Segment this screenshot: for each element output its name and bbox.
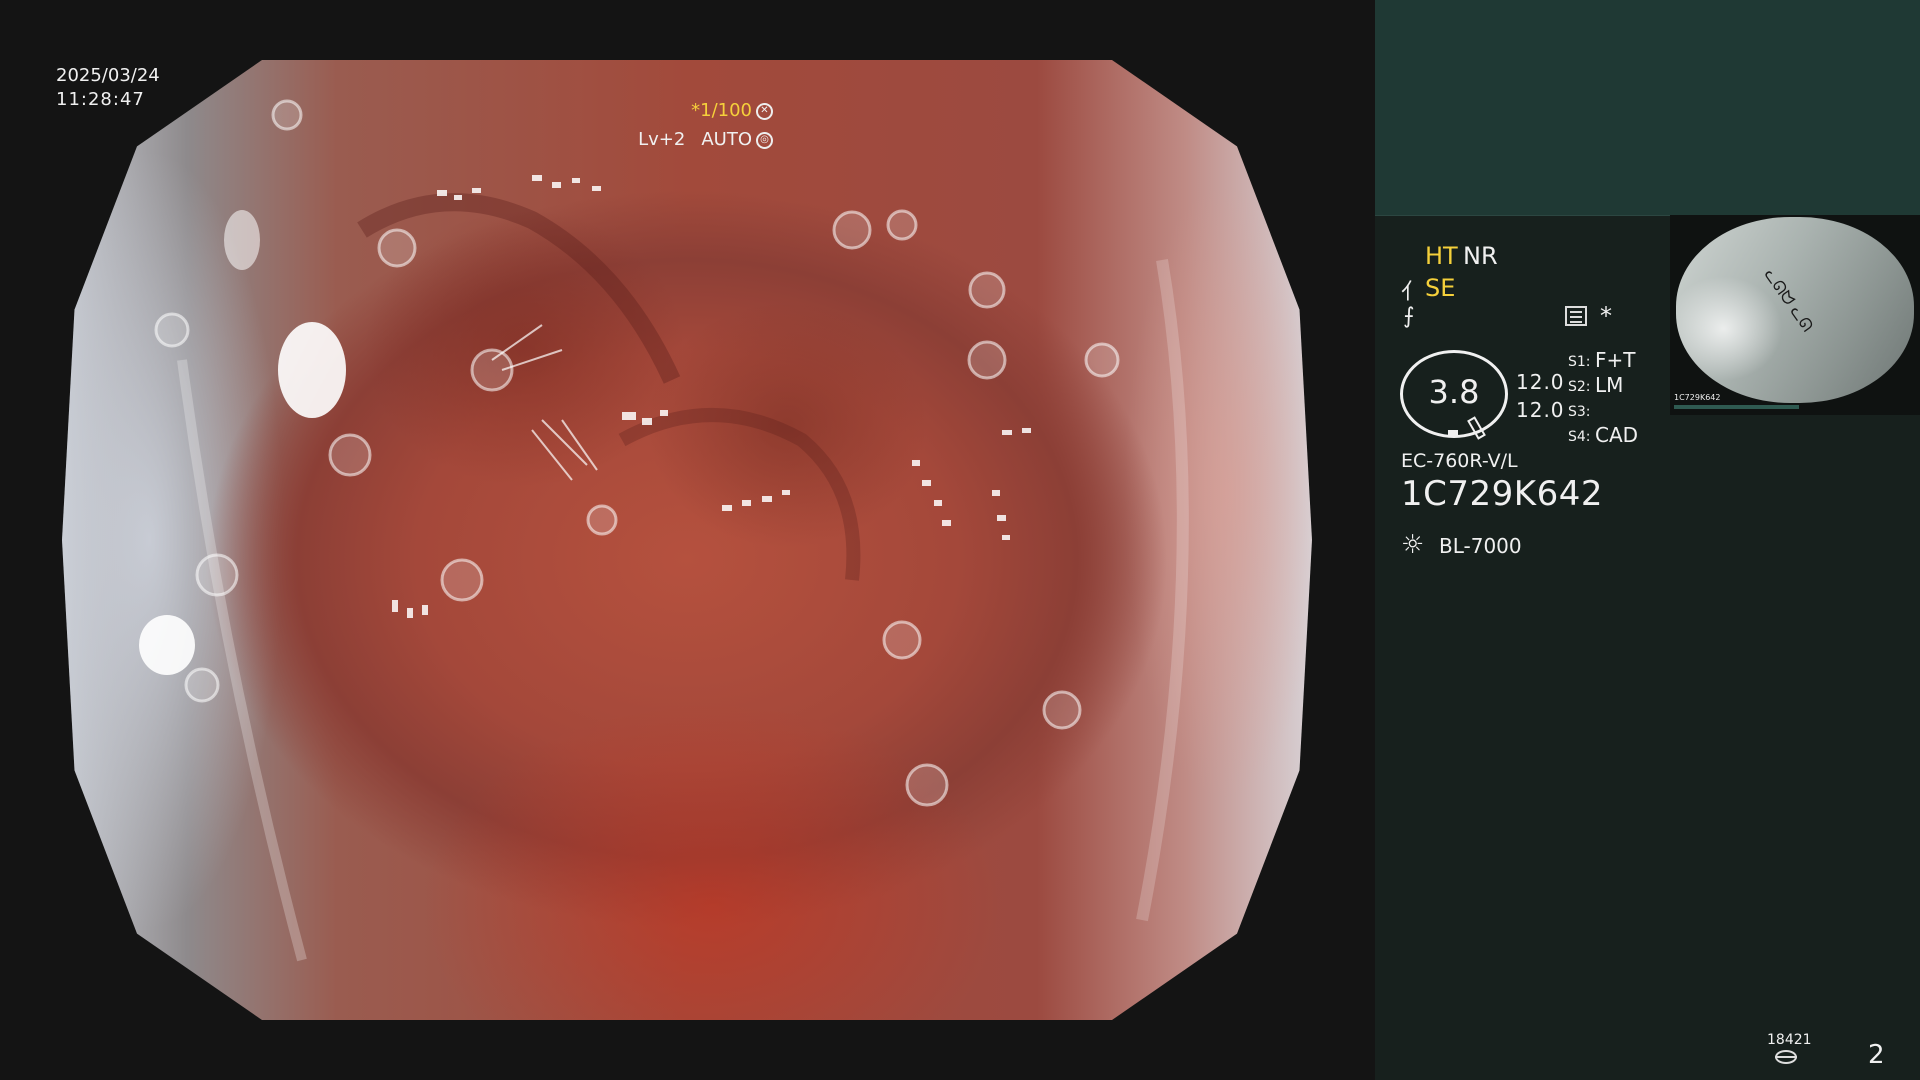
date-display: 2025/03/24 — [56, 65, 160, 86]
switch-1-value: F+T — [1595, 348, 1636, 372]
switch-4-key: S4: — [1568, 429, 1591, 445]
light-source-model: BL-7000 — [1439, 534, 1522, 558]
auto-mode: AUTO — [701, 129, 752, 150]
se-label: SE — [1425, 274, 1456, 302]
thumbnail-image: ᓚᘏᗢ ᓚᘏ — [1676, 217, 1914, 403]
switch-3-key: S3: — [1568, 404, 1591, 420]
iris-value-b: 12.0 — [1516, 398, 1565, 422]
panel-header-box — [1375, 0, 1920, 216]
switch-2-value: LM — [1595, 373, 1624, 397]
thumbnail-serial: 1C729K642 — [1674, 393, 1721, 402]
switch-4-value: CAD — [1595, 423, 1639, 447]
ht-label: HT — [1425, 242, 1458, 270]
thumbnail-bar — [1674, 405, 1799, 409]
star-icon: * — [1600, 302, 1612, 330]
storage-disk-icon-line — [1775, 1056, 1797, 1058]
iris-value-a: 12.0 — [1516, 370, 1565, 394]
scope-model: EC-760R-V/L — [1401, 450, 1518, 472]
nr-label: NR — [1463, 242, 1498, 270]
scope-serial: 1C729K642 — [1401, 474, 1603, 514]
image-counter: 18421 — [1767, 1032, 1812, 1048]
zoom-value: 3.8 — [1428, 373, 1480, 411]
exposure-level: Lv+2 — [638, 129, 686, 150]
switch-1-key: S1: — [1568, 354, 1591, 370]
time-display: 11:28:47 — [56, 89, 145, 110]
info-panel: HT NR ⺅ SE ⨍ * 3.8 12.0 12.0 S1: F+T S2:… — [1375, 0, 1920, 1080]
light-source-icon: ☼ — [1401, 530, 1425, 560]
captured-thumbnail[interactable]: ᓚᘏᗢ ᓚᘏ 1C729K642 — [1670, 215, 1920, 415]
endoscope-image-details — [139, 99, 1189, 962]
exposure-indicator: Lv+2 AUTO ◎ — [638, 128, 773, 152]
shutter-speed: *1/100 — [691, 100, 752, 121]
structure-enhance-icon: ⺅ — [1401, 280, 1424, 305]
thumbnail-device-marking: ᓚᘏᗢ ᓚᘏ — [1760, 265, 1818, 336]
color-enhance-icon: ⨍ — [1403, 304, 1415, 329]
endoscopy-video-area: 2025/03/24 11:28:47 *1/100 ✕ Lv+2 AUTO ◎ — [0, 0, 1375, 1080]
iris-auto-icon: ◎ — [756, 131, 773, 149]
shutter-indicator: *1/100 ✕ — [691, 99, 773, 123]
switch-2-key: S2: — [1568, 379, 1591, 395]
aperture-icon: ✕ — [756, 102, 773, 120]
menu-icon — [1565, 306, 1587, 326]
endoscope-image — [62, 60, 1312, 1020]
page-number: 2 — [1868, 1040, 1885, 1070]
zoom-marker-icon — [1448, 430, 1458, 437]
